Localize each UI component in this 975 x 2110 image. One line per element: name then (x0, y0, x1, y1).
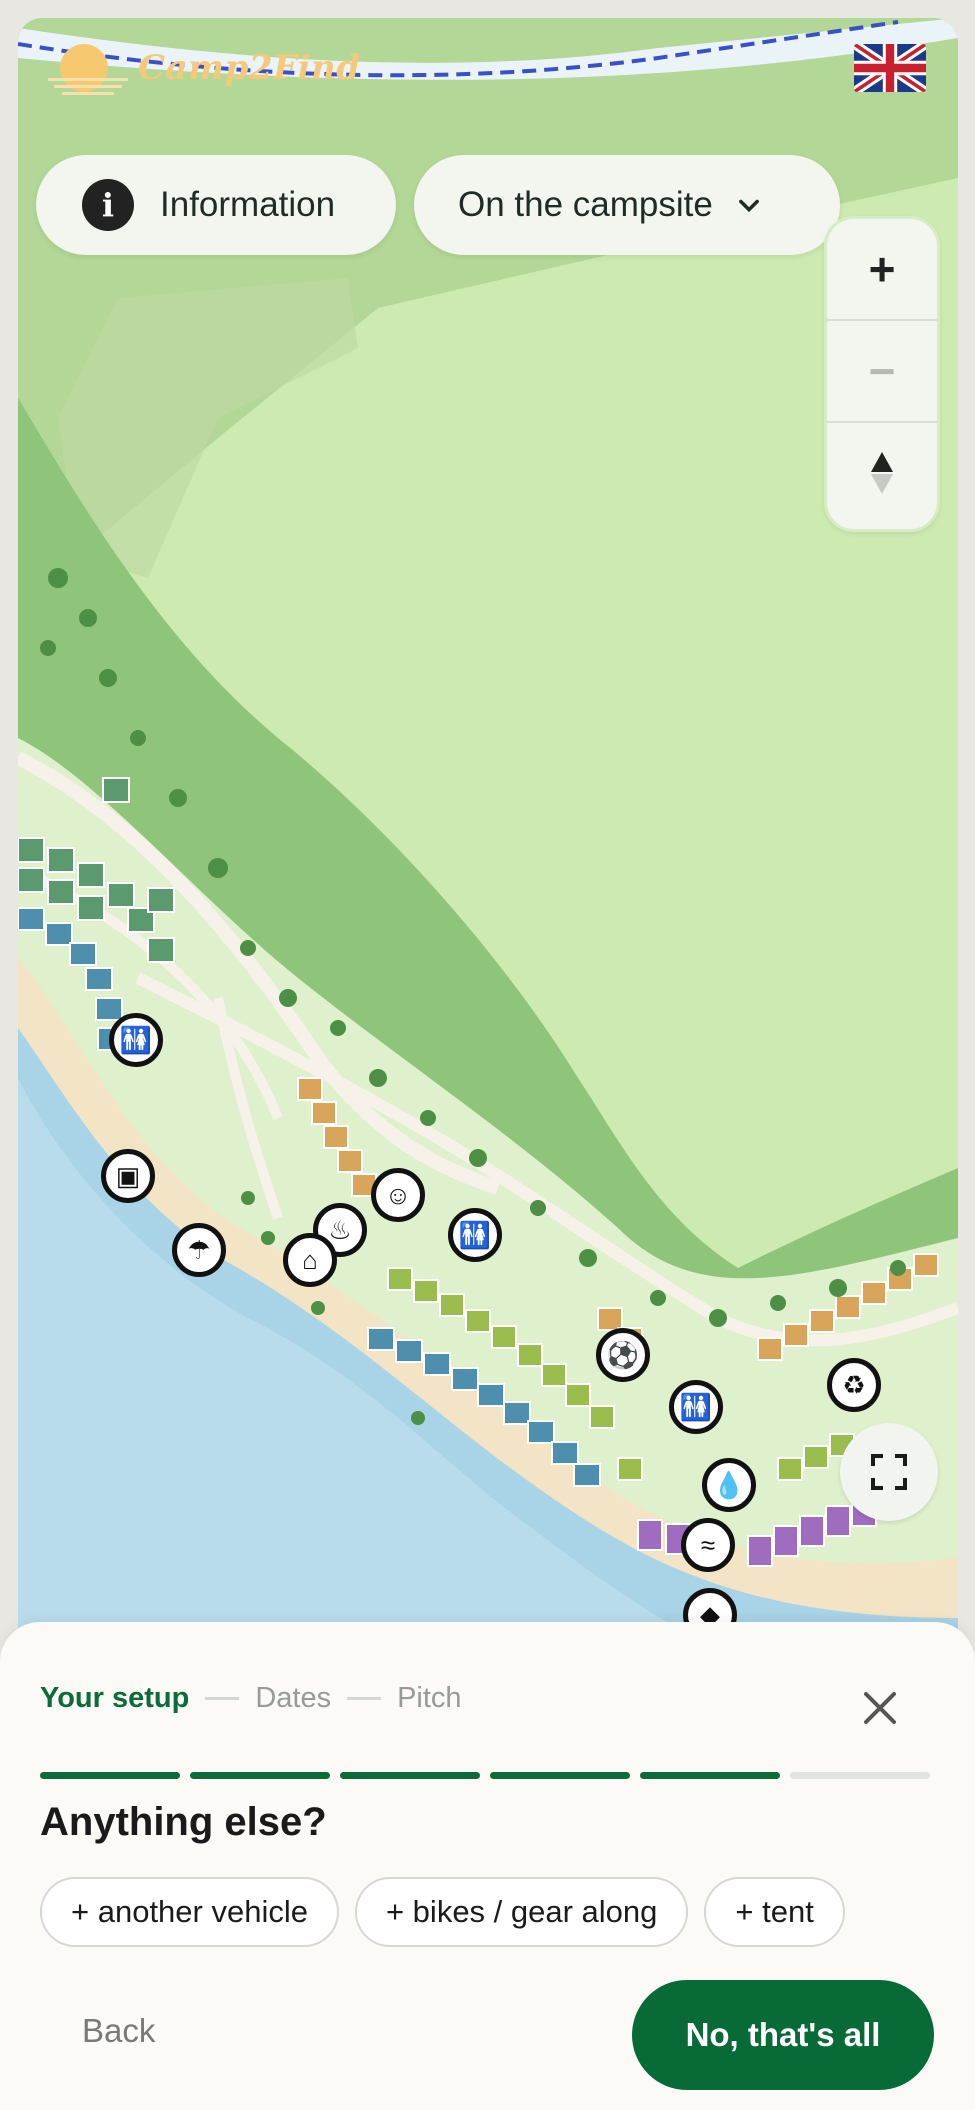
close-icon[interactable] (858, 1686, 902, 1730)
progress-segment (190, 1772, 330, 1779)
step-separator (347, 1697, 382, 1700)
zoom-controls: + − (824, 216, 940, 532)
progress-segment (40, 1772, 180, 1779)
add-tent-chip[interactable]: + tent (704, 1877, 845, 1947)
uk-flag-icon[interactable] (854, 44, 926, 92)
fullscreen-button[interactable] (840, 1423, 938, 1521)
step-pitch[interactable]: Pitch (397, 1682, 461, 1715)
toilets-icon[interactable]: 🚻 (669, 1380, 723, 1434)
pool-icon[interactable]: ≈ (681, 1518, 735, 1572)
area-dropdown[interactable]: On the campsite (414, 155, 840, 255)
step-your-setup[interactable]: Your setup (40, 1682, 189, 1715)
sun-logo-icon (48, 38, 128, 98)
kids-club-icon[interactable]: ☺ (371, 1168, 425, 1222)
app-name: Camp2Find (138, 48, 361, 88)
progress-segment (340, 1772, 480, 1779)
fireplace-icon[interactable]: ⌂ (283, 1233, 337, 1287)
progress-segment (490, 1772, 630, 1779)
chevron-down-icon (738, 199, 759, 213)
booking-sheet: Your setup Dates Pitch Anything else? + … (0, 1622, 975, 2110)
progress-segment (640, 1772, 780, 1779)
progress-segment (790, 1772, 930, 1779)
zoom-in-button[interactable]: + (827, 219, 937, 321)
step-indicator: Your setup Dates Pitch (40, 1682, 462, 1715)
progress-bar (40, 1772, 930, 1779)
water-icon[interactable]: 💧 (702, 1458, 756, 1512)
compass-icon (871, 452, 893, 494)
recycling-icon[interactable]: ♻ (827, 1358, 881, 1412)
area-dropdown-label: On the campsite (458, 185, 713, 224)
zoom-out-button[interactable]: − (827, 321, 937, 423)
add-vehicle-chip[interactable]: + another vehicle (40, 1877, 339, 1947)
information-button[interactable]: i Information (36, 155, 396, 255)
confirm-button[interactable]: No, that's all (632, 1980, 934, 2090)
back-button[interactable]: Back (82, 2012, 155, 2050)
step-dates[interactable]: Dates (255, 1682, 331, 1715)
map-canvas[interactable] (18, 18, 958, 1678)
information-label: Information (160, 185, 336, 224)
toilets-icon[interactable]: 🚻 (448, 1208, 502, 1262)
campsite-map[interactable]: 🚻 ▣ ☂ ♨ ⌂ ☺ 🚻 ⚽ 🚻 ♻ 💧 ≈ ◆ Camp2Find i In… (18, 18, 958, 1678)
app-logo[interactable]: Camp2Find (48, 38, 361, 98)
question-heading: Anything else? (40, 1800, 327, 1844)
option-chips: + another vehicle + bikes / gear along +… (40, 1877, 845, 1947)
beach-umbrella-icon[interactable]: ☂ (172, 1223, 226, 1277)
football-icon[interactable]: ⚽ (596, 1328, 650, 1382)
info-icon: i (82, 179, 134, 231)
expand-icon (871, 1454, 907, 1490)
compass-button[interactable] (827, 423, 937, 523)
toilets-icon[interactable]: 🚻 (109, 1013, 163, 1067)
laundry-icon[interactable]: ▣ (101, 1149, 155, 1203)
step-separator (205, 1697, 240, 1700)
add-bikes-gear-chip[interactable]: + bikes / gear along (354, 1877, 689, 1947)
